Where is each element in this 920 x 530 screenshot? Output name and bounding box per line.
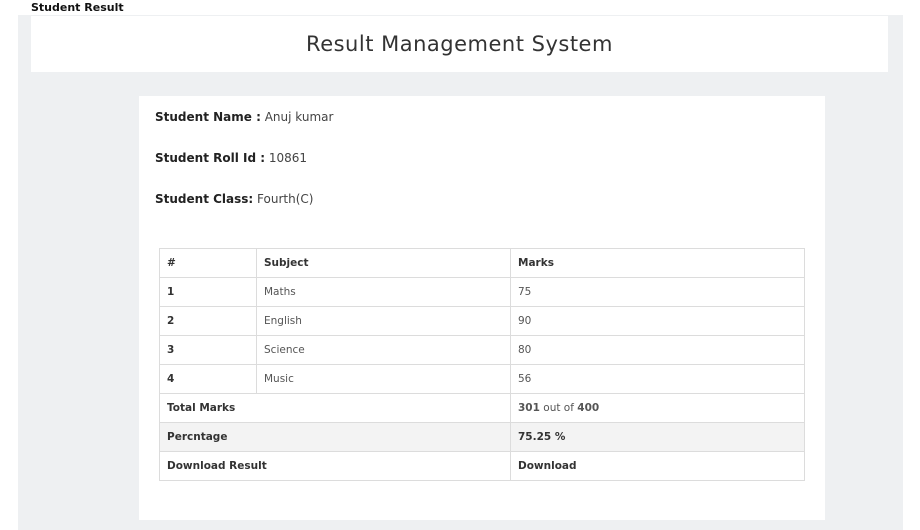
student-roll-line: Student Roll Id : 10861 [155,151,307,165]
row-marks: 75 [510,277,805,307]
student-class-value: Fourth(C) [257,192,314,206]
header-marks: Marks [510,248,805,278]
student-name-value: Anuj kumar [264,110,334,124]
header-index: # [159,248,257,278]
student-name-label: Student Name : [155,110,261,124]
student-name-line: Student Name : Anuj kumar [155,110,333,124]
percentage-row: Percntage 75.25 % [159,422,805,452]
total-marks-label: Total Marks [159,393,511,423]
student-class-line: Student Class: Fourth(C) [155,192,313,206]
row-subject: Science [256,335,511,365]
total-obtained: 301 [518,402,540,414]
percentage-value: 75.25 % [510,422,805,452]
percentage-label: Percntage [159,422,511,452]
row-marks: 56 [510,364,805,394]
row-subject: Music [256,364,511,394]
download-label: Download Result [159,451,511,481]
student-roll-label: Student Roll Id : [155,151,266,165]
row-subject: English [256,306,511,336]
row-marks: 80 [510,335,805,365]
row-index: 3 [159,335,257,365]
page-title: Result Management System [306,32,613,56]
table-row: 3 Science 80 [159,335,805,365]
row-index: 1 [159,277,257,307]
header-panel: Result Management System [31,16,888,72]
row-subject: Maths [256,277,511,307]
page-label: Student Result [31,1,124,14]
download-cell: Download [510,451,805,481]
results-table: # Subject Marks 1 Maths 75 2 English 90 … [159,248,805,481]
download-row: Download Result Download [159,451,805,481]
table-row: 2 English 90 [159,306,805,336]
table-row: 4 Music 56 [159,364,805,394]
total-marks-value: 301 out of 400 [510,393,805,423]
total-marks-row: Total Marks 301 out of 400 [159,393,805,423]
download-link[interactable]: Download [518,460,577,472]
table-header-row: # Subject Marks [159,248,805,278]
header-subject: Subject [256,248,511,278]
table-row: 1 Maths 75 [159,277,805,307]
row-index: 2 [159,306,257,336]
result-card: Student Name : Anuj kumar Student Roll I… [139,96,825,520]
total-max: 400 [577,402,600,414]
student-class-label: Student Class: [155,192,254,206]
student-roll-value: 10861 [268,151,308,165]
row-marks: 90 [510,306,805,336]
row-index: 4 [159,364,257,394]
total-out-of-text: out of [543,402,574,414]
